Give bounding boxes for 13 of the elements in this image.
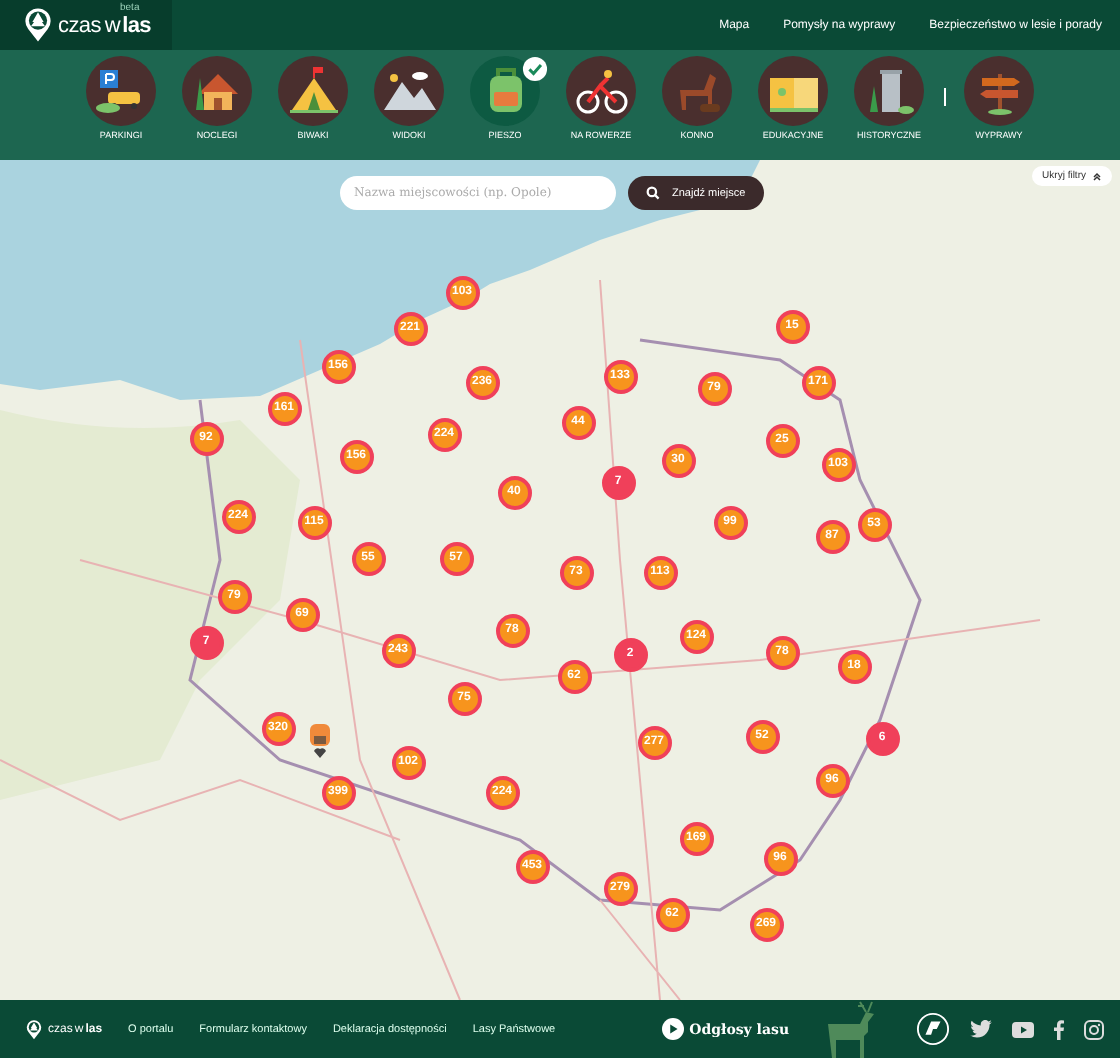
facebook-icon[interactable] — [1054, 1019, 1064, 1039]
logo-text: czas wlas — [58, 13, 151, 37]
emblem-icon[interactable] — [916, 1012, 950, 1046]
backpack-pin-icon[interactable] — [308, 720, 332, 760]
instagram-icon[interactable] — [1084, 1019, 1104, 1039]
tree-pin-icon — [24, 7, 52, 43]
youtube-icon[interactable] — [1012, 1021, 1034, 1037]
twitter-icon[interactable] — [970, 1020, 992, 1038]
play-icon — [661, 1018, 684, 1040]
checkmark-icon — [521, 56, 547, 82]
search-icon — [646, 186, 660, 200]
tree-pin-icon — [26, 1019, 42, 1039]
chevron-up-icon — [1092, 171, 1102, 181]
